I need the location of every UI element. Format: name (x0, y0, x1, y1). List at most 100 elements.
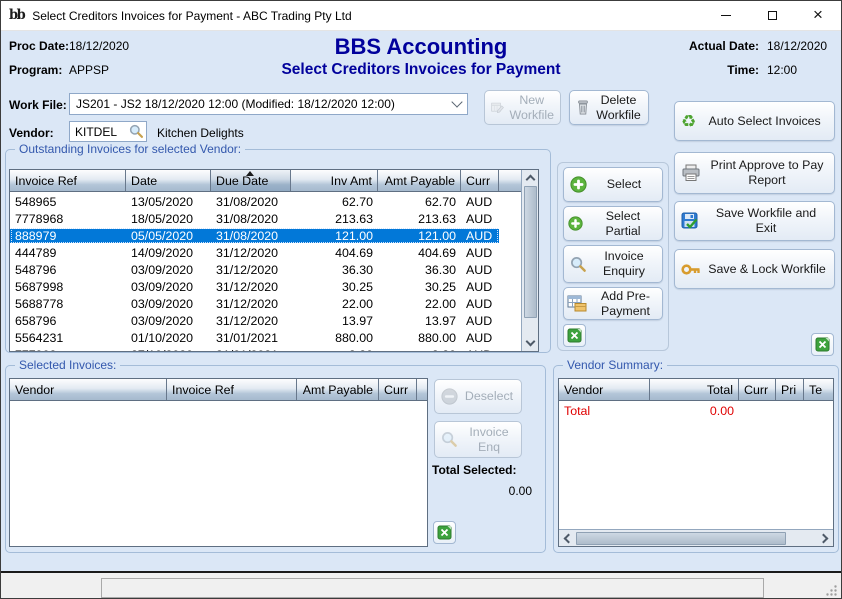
column-header-due-date[interactable]: Due Date (211, 170, 291, 191)
column-header-inv-amt[interactable]: Inv Amt (291, 170, 378, 191)
delete-workfile-button[interactable]: Delete Workfile (569, 90, 649, 125)
invoice-row[interactable]: 88897905/05/202031/08/2020121.00121.00AU… (10, 227, 521, 244)
print-approve-to-pay-button[interactable]: Print Approve to Pay Report (674, 152, 835, 194)
scroll-right-arrow[interactable] (817, 530, 833, 546)
status-panel (101, 578, 764, 598)
save-workfile-exit-label: Save Workfile and Exit (704, 206, 828, 236)
titlebar[interactable]: bb Select Creditors Invoices for Payment… (1, 1, 841, 31)
column-header-invoice-ref[interactable]: Invoice Ref (167, 379, 297, 400)
invoice-row[interactable]: 556423101/10/202031/01/2021880.00880.00A… (10, 329, 521, 346)
invoice-row[interactable]: 777896818/05/202031/08/2020213.63213.63A… (10, 210, 521, 227)
column-header-amt-payable[interactable]: Amt Payable (297, 379, 379, 400)
vendor-summary-body: Total 0.00 (559, 401, 833, 529)
column-header-curr[interactable]: Curr (461, 170, 499, 191)
summary-total-row[interactable]: Total 0.00 (559, 402, 833, 420)
scroll-thumb[interactable] (576, 532, 786, 545)
magnifier-icon (441, 431, 458, 448)
select-button[interactable]: Select (563, 167, 663, 202)
invoice-row[interactable]: 568799803/09/202031/12/202030.2530.25AUD (10, 278, 521, 295)
proc-date-label: Proc Date: (9, 39, 69, 53)
excel-icon (815, 337, 830, 352)
invoice-enq-button[interactable]: Invoice Enq (434, 421, 522, 458)
outstanding-vertical-scrollbar[interactable] (521, 170, 538, 351)
column-header-te[interactable]: Te (804, 379, 833, 400)
excel-icon (567, 328, 582, 343)
invoice-row[interactable]: 54896513/05/202031/08/202062.7062.70AUD (10, 193, 521, 210)
app-title: BBS Accounting (181, 34, 661, 60)
select-label: Select (592, 177, 656, 192)
column-header-curr[interactable]: Curr (739, 379, 776, 400)
delete-workfile-icon (576, 99, 590, 116)
screen-title: Select Creditors Invoices for Payment (181, 61, 661, 79)
new-workfile-icon (491, 99, 504, 116)
new-workfile-label: New Workfile (509, 93, 554, 123)
invoice-row[interactable]: 77790827/10/202031/01/20218.808.80AUD (10, 346, 521, 351)
vendor-summary-caption: Vendor Summary: (563, 358, 667, 372)
plus-icon (568, 216, 583, 231)
minimize-button[interactable] (703, 1, 749, 30)
program-value: APPSP (69, 63, 109, 77)
invoice-row[interactable]: 568877803/09/202031/12/202022.0022.00AUD (10, 295, 521, 312)
vendor-label: Vendor: (9, 126, 54, 140)
column-header-vendor[interactable]: Vendor (10, 379, 167, 400)
column-header-pri[interactable]: Pri (776, 379, 804, 400)
invoice-enquiry-button[interactable]: Invoice Enquiry (563, 245, 663, 283)
resize-grip[interactable] (825, 584, 838, 597)
scroll-down-arrow[interactable] (522, 335, 538, 351)
window-controls: × (703, 1, 841, 30)
invoice-enq-label: Invoice Enq (463, 425, 515, 455)
bbs-logo-icon: bb (9, 8, 24, 24)
vendor-search-icon[interactable] (129, 124, 144, 139)
column-header-total[interactable]: Total (650, 379, 739, 400)
add-prepayment-button[interactable]: Add Pre-Payment (563, 287, 663, 320)
actual-date-value: 18/12/2020 (767, 39, 827, 53)
column-header-curr[interactable]: Curr (379, 379, 417, 400)
export-excel-summary-button[interactable] (811, 333, 834, 356)
time-label: Time: (661, 63, 759, 77)
invoice-row[interactable]: 65879603/09/202031/12/202013.9713.97AUD (10, 312, 521, 329)
scroll-left-arrow[interactable] (559, 530, 575, 546)
plus-icon (570, 176, 587, 193)
maximize-button[interactable] (749, 1, 795, 30)
proc-date-value: 18/12/2020 (69, 39, 129, 53)
maximize-icon (768, 11, 777, 20)
invoice-row[interactable]: 44478914/09/202031/12/2020404.69404.69AU… (10, 244, 521, 261)
time-value: 12:00 (767, 63, 797, 77)
auto-select-invoices-label: Auto Select Invoices (701, 114, 828, 129)
scroll-thumb[interactable] (524, 186, 537, 318)
column-header-date[interactable]: Date (126, 170, 211, 191)
workfile-selected-value: JS201 - JS2 18/12/2020 12:00 (Modified: … (76, 97, 453, 111)
close-button[interactable]: × (795, 1, 841, 30)
save-workfile-exit-button[interactable]: Save Workfile and Exit (674, 201, 835, 241)
actual-date-label: Actual Date: (661, 39, 759, 53)
save-lock-workfile-label: Save & Lock Workfile (706, 262, 828, 277)
select-partial-button[interactable]: Select Partial (563, 206, 663, 241)
column-header-filler (417, 379, 427, 400)
excel-icon (437, 525, 452, 540)
workfile-dropdown[interactable]: JS201 - JS2 18/12/2020 12:00 (Modified: … (69, 93, 468, 115)
selected-table-header: Vendor Invoice Ref Amt Payable Curr (10, 379, 427, 401)
save-lock-workfile-button[interactable]: Save & Lock Workfile (674, 249, 835, 289)
deselect-button[interactable]: Deselect (434, 379, 522, 414)
vendor-lookup-field (69, 121, 147, 142)
selected-invoices-table: Vendor Invoice Ref Amt Payable Curr (9, 378, 428, 547)
column-header-invoice-ref[interactable]: Invoice Ref (10, 170, 126, 191)
sort-ascending-icon (246, 171, 254, 176)
outstanding-invoices-caption: Outstanding Invoices for selected Vendor… (15, 142, 245, 156)
column-header-vendor[interactable]: Vendor (559, 379, 650, 400)
deselect-label: Deselect (463, 389, 515, 404)
export-excel-outstanding-button[interactable] (563, 324, 586, 347)
column-header-amt-payable[interactable]: Amt Payable (378, 170, 461, 191)
close-icon: × (813, 6, 823, 23)
vendor-code-input[interactable] (70, 125, 129, 139)
export-excel-selected-button[interactable] (433, 521, 456, 544)
invoice-row[interactable]: 54879603/09/202031/12/202036.3036.30AUD (10, 261, 521, 278)
auto-select-invoices-button[interactable]: ♻ Auto Select Invoices (674, 101, 835, 141)
new-workfile-button[interactable]: New Workfile (484, 90, 561, 125)
scroll-up-arrow[interactable] (522, 170, 538, 186)
total-selected-label: Total Selected: (432, 463, 516, 477)
vendor-summary-horizontal-scrollbar[interactable] (559, 529, 833, 546)
window-title: Select Creditors Invoices for Payment - … (32, 9, 351, 23)
outstanding-invoices-table: Invoice Ref Date Due Date Inv Amt Amt Pa… (9, 169, 539, 352)
selected-invoices-caption: Selected Invoices: (15, 358, 120, 372)
